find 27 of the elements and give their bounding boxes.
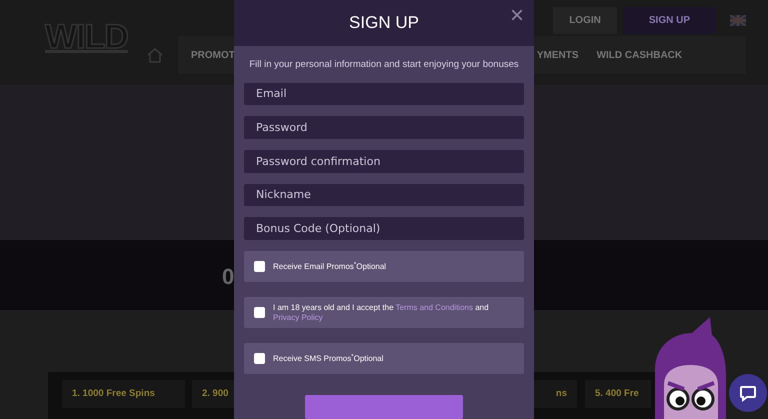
terms-link[interactable]: Privacy Policy bbox=[273, 312, 323, 322]
input-field[interactable]: Password confirmation bbox=[244, 150, 524, 173]
stat-value: 0 bbox=[222, 264, 234, 289]
checkbox[interactable] bbox=[254, 353, 265, 364]
login-button[interactable]: LOGIN bbox=[553, 6, 617, 34]
checkbox[interactable] bbox=[254, 261, 265, 272]
nav-link-item[interactable]: PROMOT bbox=[191, 48, 235, 62]
modal-title: SIGN UP bbox=[349, 12, 419, 34]
terms-link[interactable]: Terms and Conditions bbox=[396, 302, 473, 312]
input-field[interactable]: Email bbox=[244, 82, 524, 106]
input-field[interactable]: Bonus Code (Optional) bbox=[244, 217, 524, 240]
intro-text: Fill in your personal information and start enjoying your bonuses bbox=[248, 58, 520, 72]
nav-link-item[interactable]: YMENTS bbox=[536, 48, 579, 62]
offer-tile[interactable]: 1. 1000 Free Spins bbox=[62, 380, 185, 408]
checkbox-label: Receive SMS Promos$^{*}$Optional bbox=[273, 354, 384, 364]
offer-tile[interactable]: 5. 400 Fre bbox=[585, 380, 651, 408]
offer-tile[interactable]: ns bbox=[534, 380, 577, 408]
nav-link-item[interactable]: WILD CASHBACK bbox=[596, 48, 682, 62]
input-field[interactable]: Nickname bbox=[244, 184, 524, 206]
close-button[interactable]: × bbox=[506, 2, 528, 30]
signup-button[interactable]: SIGN UP bbox=[622, 6, 716, 34]
checkbox[interactable] bbox=[254, 307, 265, 318]
checkbox-label: I am 18 years old and I accept the Terms and Conditions and Privacy Policy bbox=[273, 302, 490, 322]
offer-tile[interactable]: 2. 900 bbox=[192, 380, 234, 408]
input-field[interactable]: Password bbox=[244, 116, 524, 139]
checkbox-label: Receive Email Promos$^{*}$Optional bbox=[273, 262, 386, 272]
chat-icon bbox=[739, 384, 757, 402]
